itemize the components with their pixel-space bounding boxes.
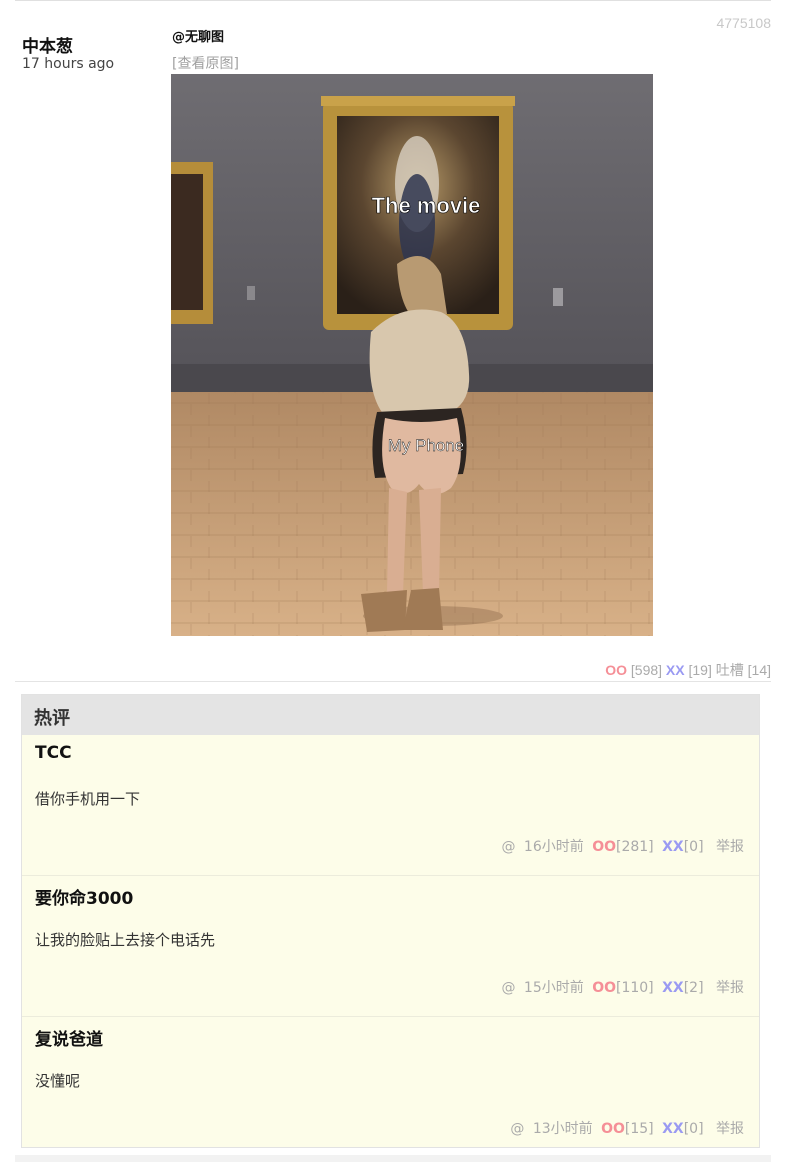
reply-at-button[interactable]: @ [510, 1121, 524, 1137]
comment-meta: @ 15小时前 OO[110] XX[2] 举报 [497, 977, 744, 997]
comment-oo-button[interactable]: OO [592, 839, 616, 855]
image-caption-bottom: My Phone [388, 436, 465, 455]
comment-item: 要你命3000 让我的脸贴上去接个电话先 @ 15小时前 OO[110] XX[… [22, 876, 759, 1017]
comment-meta: @ 16小时前 OO[281] XX[0] 举报 [497, 836, 744, 856]
comment-time: 15小时前 [523, 980, 584, 996]
comment-xx-count: [0] [683, 839, 704, 855]
report-button[interactable]: 举报 [716, 1121, 744, 1137]
comment-text: 没懂呢 [35, 1072, 81, 1090]
image-caption-top: The movie [372, 193, 481, 218]
reply-at-button[interactable]: @ [501, 839, 515, 855]
post-id[interactable]: 4775108 [716, 15, 771, 31]
comment-oo-button[interactable]: OO [592, 980, 616, 996]
report-button[interactable]: 举报 [716, 839, 744, 855]
post-author: 中本葱 [22, 37, 73, 57]
comment-oo-count: [15] [624, 1121, 654, 1137]
post-oo-count: [598] [630, 662, 663, 678]
post-xx-button[interactable]: XX [666, 662, 685, 678]
comment-text: 借你手机用一下 [35, 790, 141, 808]
post-comments-count: [14] [747, 662, 771, 678]
comment-xx-count: [2] [683, 980, 704, 996]
comment-time: 13小时前 [532, 1121, 593, 1137]
comment-author: 复说爸道 [35, 1030, 103, 1050]
section-divider [15, 681, 771, 682]
comment-text: 让我的脸贴上去接个电话先 [35, 931, 216, 949]
comment-xx-count: [0] [683, 1121, 704, 1137]
report-button[interactable]: 举报 [716, 980, 744, 996]
comment-meta: @ 13小时前 OO[15] XX[0] 举报 [506, 1118, 744, 1138]
post-image[interactable]: The movie My Phone [171, 74, 653, 636]
reply-at-button[interactable]: @ [501, 980, 515, 996]
hot-comments-panel: 热评 TCC 借你手机用一下 @ 16小时前 OO[281] XX[0] 举报 … [21, 694, 760, 1148]
post-vote-row: OO [598] XX [19] 吐槽 [14] [605, 660, 771, 680]
comment-time: 16小时前 [523, 839, 584, 855]
comment-xx-button[interactable]: XX [662, 980, 684, 996]
comment-item: TCC 借你手机用一下 @ 16小时前 OO[281] XX[0] 举报 [22, 735, 759, 876]
post-oo-button[interactable]: OO [605, 662, 627, 678]
comment-author: 要你命3000 [35, 889, 134, 909]
comment-oo-button[interactable]: OO [601, 1121, 625, 1137]
post-xx-count: [19] [688, 662, 712, 678]
comment-author: TCC [35, 743, 72, 763]
post-time: 17 hours ago [22, 56, 115, 72]
comment-xx-button[interactable]: XX [662, 1121, 684, 1137]
view-original-link[interactable]: [查看原图] [172, 53, 239, 73]
comment-oo-count: [281] [616, 839, 654, 855]
post-comments-link[interactable]: 吐槽 [716, 662, 744, 678]
top-divider [15, 0, 771, 1]
hot-comments-title: 热评 [22, 695, 759, 735]
comment-xx-button[interactable]: XX [662, 839, 684, 855]
comment-item: 复说爸道 没懂呢 @ 13小时前 OO[15] XX[0] 举报 [22, 1017, 759, 1147]
post-mention[interactable]: @无聊图 [172, 26, 224, 45]
comment-oo-count: [110] [616, 980, 654, 996]
bottom-divider [15, 1155, 771, 1162]
